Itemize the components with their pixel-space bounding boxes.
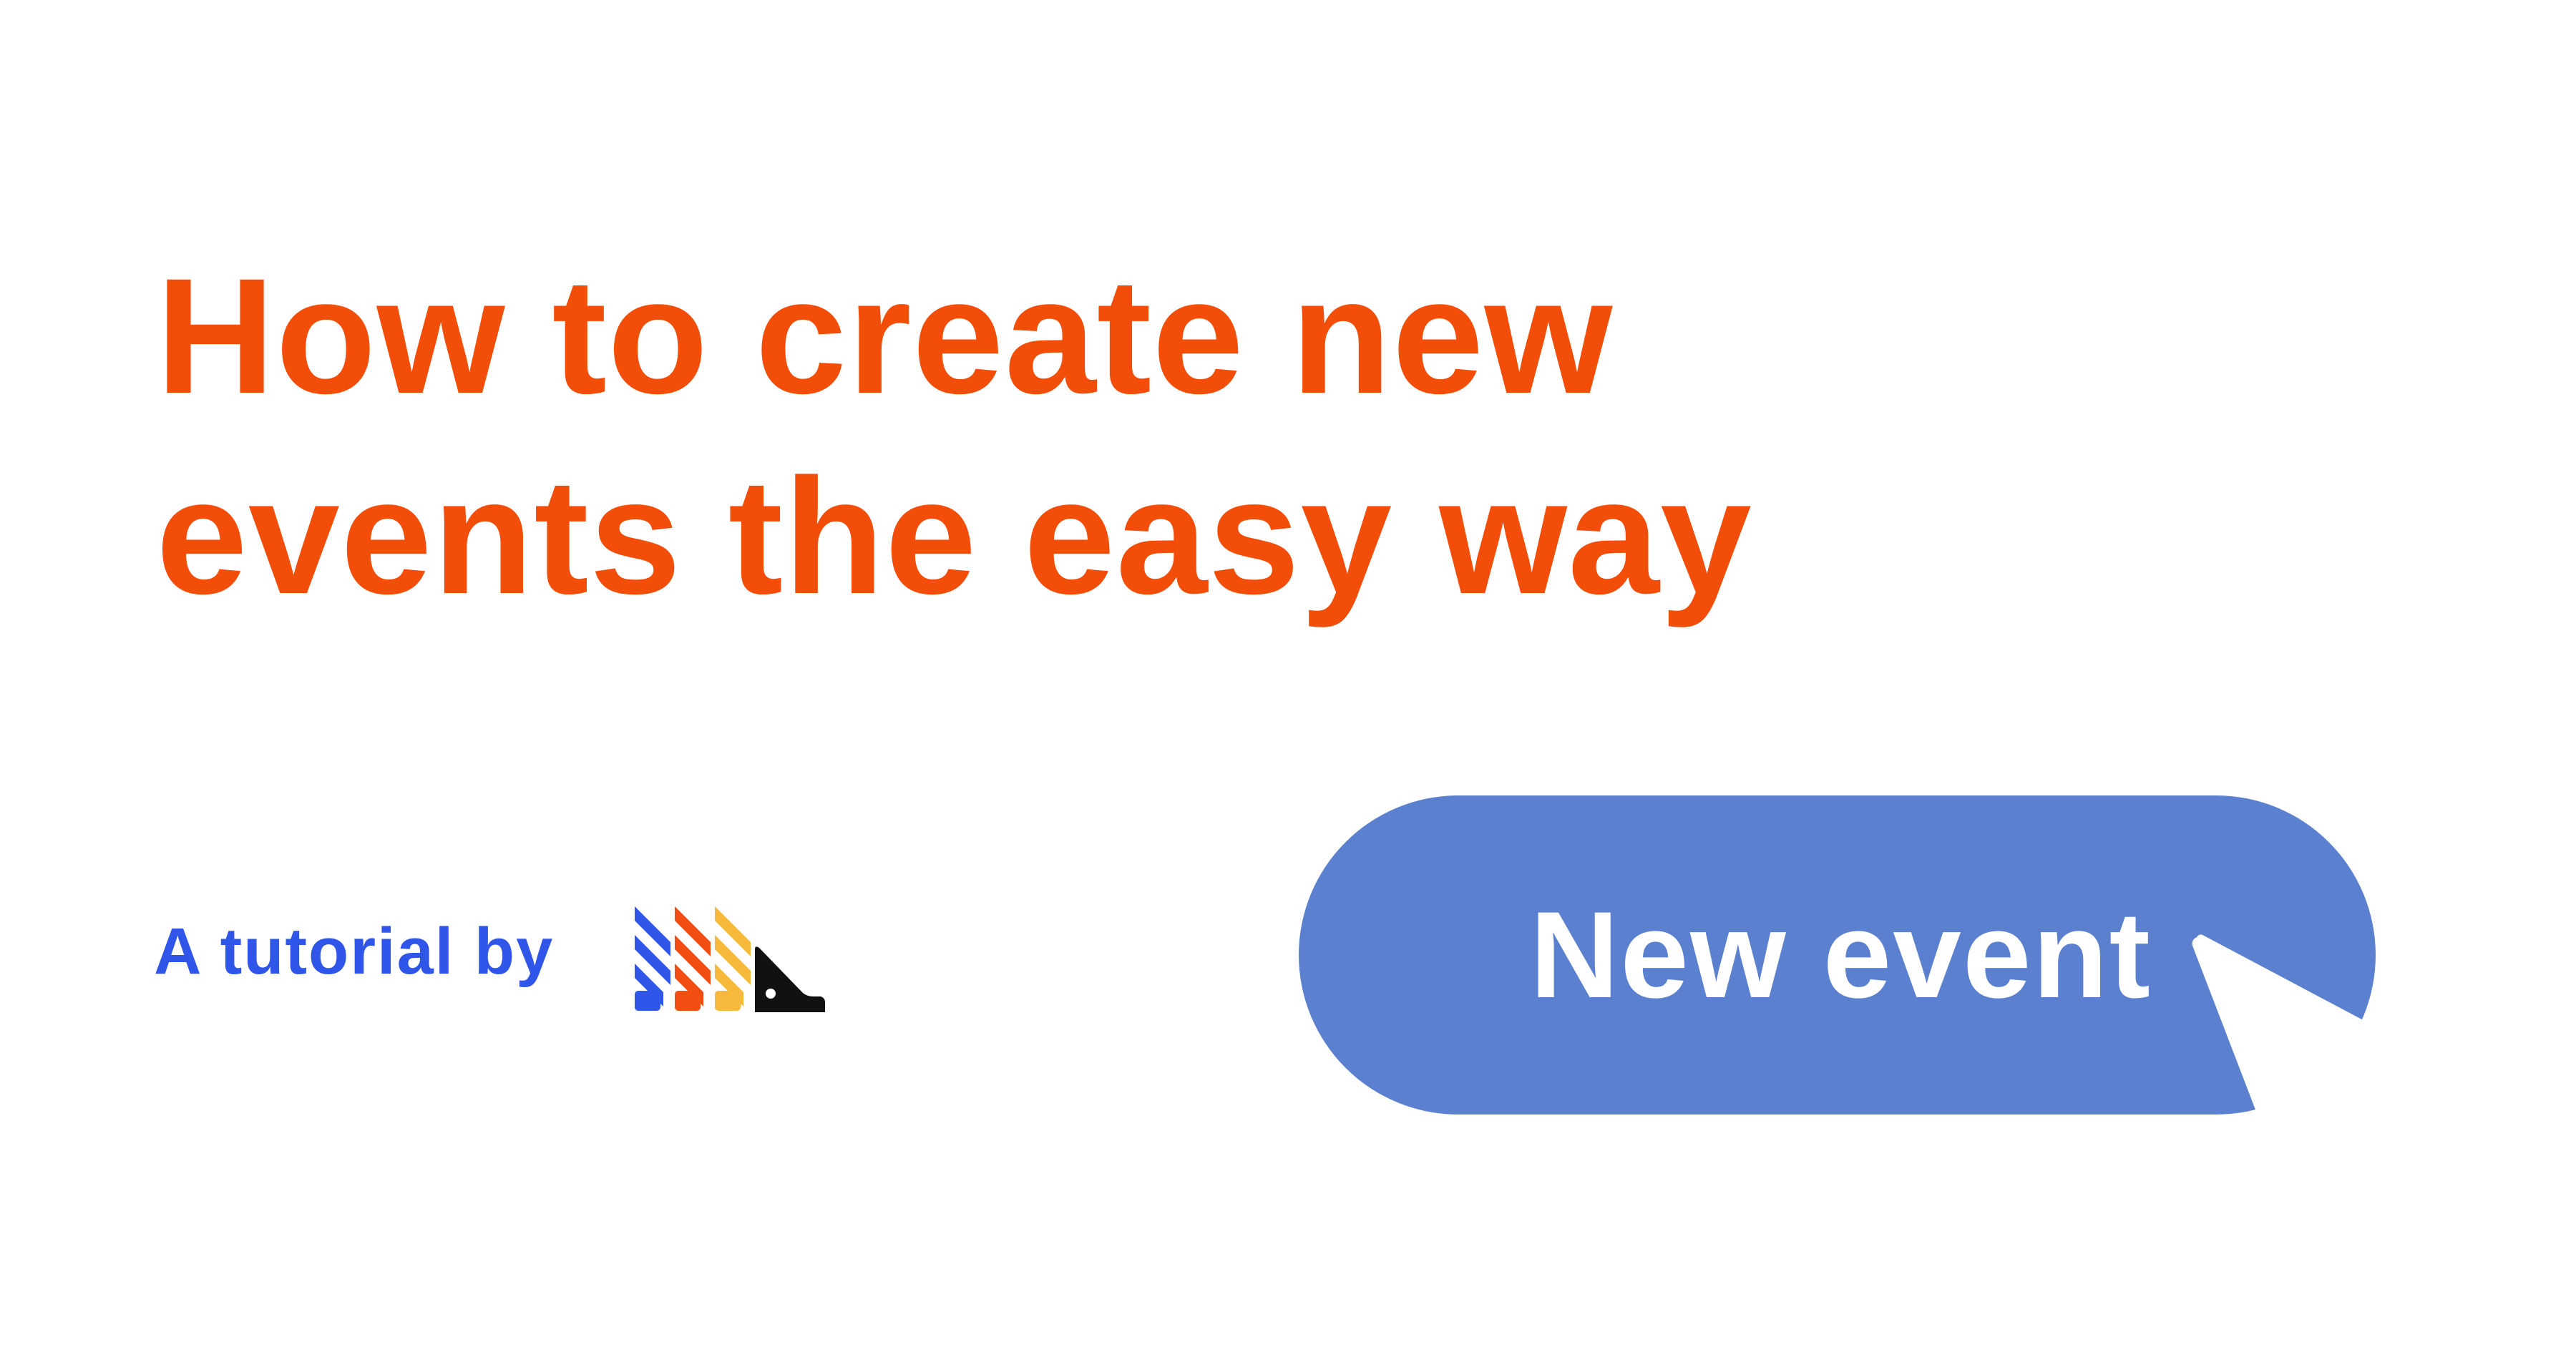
new-event-button-area: New event (1299, 795, 2386, 1125)
brand-logo-icon (635, 906, 825, 1012)
mouse-pointer-icon (2192, 934, 2368, 1125)
logo-blue-stripes (635, 906, 670, 1011)
title-line-2: events the easy way (156, 444, 1752, 628)
title-line-1: How to create new (156, 244, 1614, 428)
byline-text: A tutorial by (154, 915, 555, 988)
logo-yellow-stripes (715, 906, 751, 1011)
page-title: How to create new events the easy way (156, 236, 2016, 637)
logo-orange-stripes (675, 906, 711, 1011)
tutorial-byline: A tutorial by (154, 914, 554, 989)
new-event-button-label: New event (1530, 886, 2152, 1024)
logo-black-shape (755, 946, 825, 1012)
